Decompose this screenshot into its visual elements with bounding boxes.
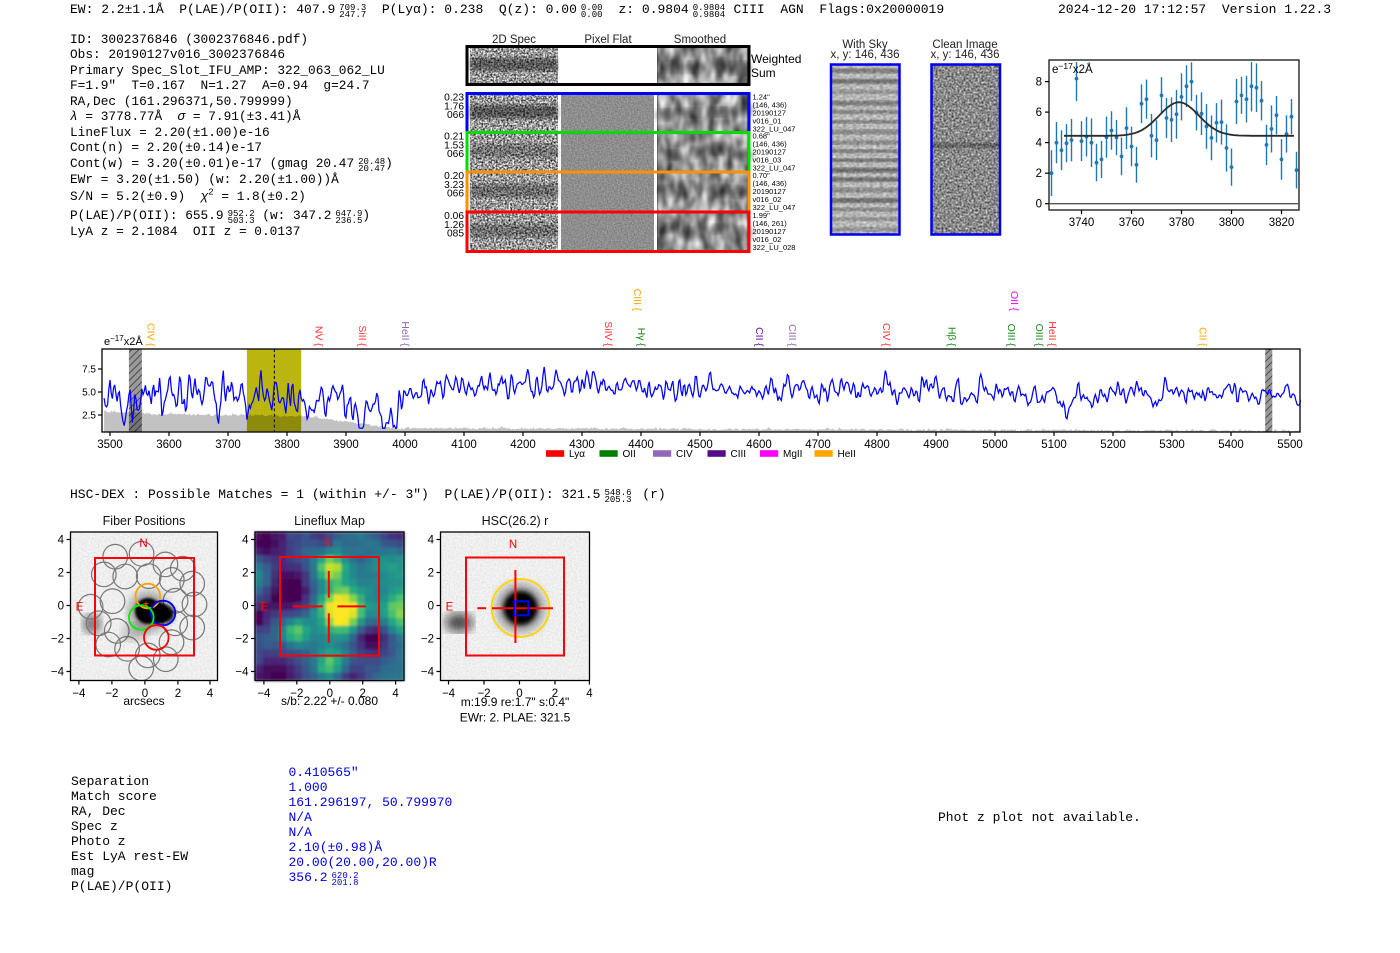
svg-text:s/b: 2.22 +/- 0.080: s/b: 2.22 +/- 0.080 [281, 694, 378, 708]
svg-text:N: N [139, 538, 147, 550]
svg-text:−2: −2 [51, 634, 64, 646]
svg-text:E: E [446, 602, 454, 614]
svg-text:−2: −2 [421, 634, 434, 646]
svg-text:E: E [261, 602, 269, 614]
svg-text:4: 4 [242, 535, 249, 547]
svg-text:E: E [76, 602, 84, 614]
svg-text:4: 4 [428, 535, 435, 547]
svg-text:*: * [143, 598, 149, 614]
svg-text:0: 0 [58, 601, 64, 613]
svg-text:−4: −4 [72, 688, 86, 700]
svg-text:−4: −4 [442, 688, 456, 700]
svg-text:−4: −4 [235, 667, 249, 679]
svg-text:−2: −2 [105, 688, 118, 700]
svg-text:Fiber Positions: Fiber Positions [103, 514, 186, 528]
svg-text:−4: −4 [51, 667, 65, 679]
svg-text:2: 2 [175, 688, 181, 700]
svg-text:−4: −4 [421, 667, 435, 679]
svg-text:4: 4 [586, 688, 593, 700]
svg-text:arcsecs: arcsecs [123, 694, 164, 708]
svg-text:0: 0 [242, 601, 248, 613]
svg-text:2: 2 [242, 568, 248, 580]
svg-text:HSC(26.2) r: HSC(26.2) r [482, 514, 549, 528]
svg-text:2: 2 [58, 568, 64, 580]
svg-text:−4: −4 [257, 688, 271, 700]
svg-text:4: 4 [392, 688, 399, 700]
svg-text:Lineflux Map: Lineflux Map [294, 514, 365, 528]
svg-text:EWr: 2. PLAE: 321.5: EWr: 2. PLAE: 321.5 [460, 711, 571, 725]
svg-text:4: 4 [58, 535, 65, 547]
svg-text:0: 0 [428, 601, 434, 613]
svg-text:−2: −2 [235, 634, 248, 646]
svg-text:2: 2 [428, 568, 434, 580]
svg-text:N: N [325, 537, 333, 549]
svg-text:4: 4 [207, 688, 214, 700]
svg-text:N: N [509, 539, 517, 551]
svg-text:m:19.9 re:1.7" s:0.4": m:19.9 re:1.7" s:0.4" [461, 695, 570, 709]
